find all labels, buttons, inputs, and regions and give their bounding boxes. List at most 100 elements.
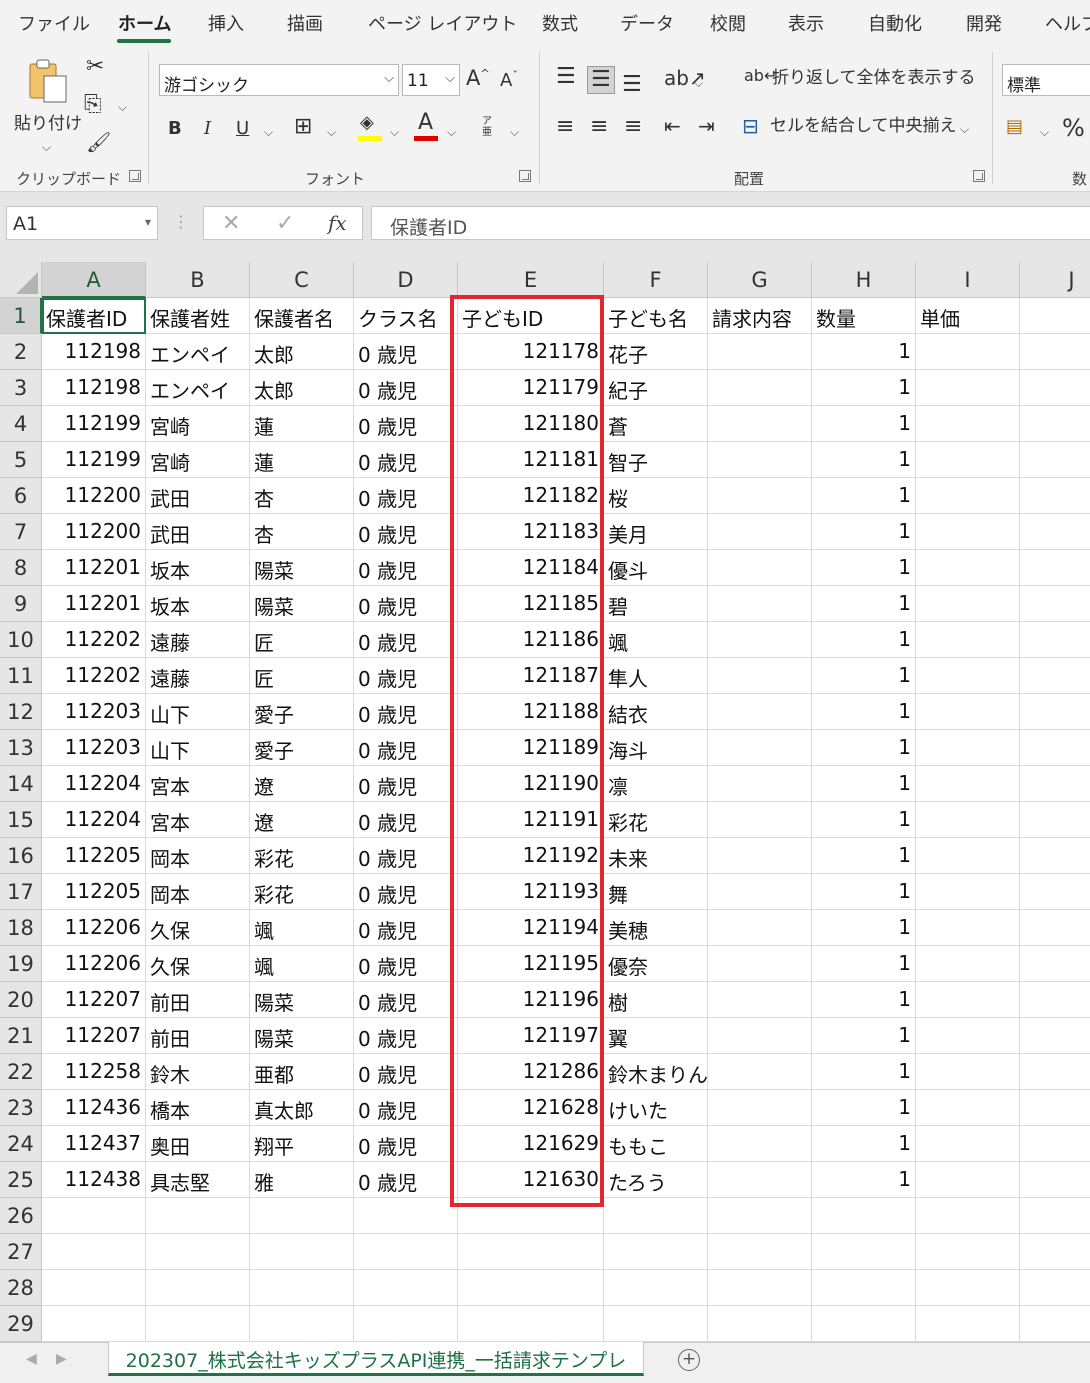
column-header-j[interactable]: J (1020, 262, 1090, 298)
cell-b19[interactable]: 久保 (146, 946, 250, 982)
cell-h17[interactable]: 1 (812, 874, 916, 910)
cell-d28[interactable] (354, 1270, 458, 1306)
cell-h16[interactable]: 1 (812, 838, 916, 874)
cell-e28[interactable] (458, 1270, 604, 1306)
cell-e18[interactable]: 121194 (458, 910, 604, 946)
cell-e7[interactable]: 121183 (458, 514, 604, 550)
cell-b29[interactable] (146, 1306, 250, 1342)
tab-10[interactable]: 開発 (966, 10, 1002, 36)
column-header-g[interactable]: G (708, 262, 812, 298)
cell-a16[interactable]: 112205 (42, 838, 146, 874)
cell-c9[interactable]: 陽菜 (250, 586, 354, 622)
formula-input[interactable]: 保護者ID (371, 206, 1090, 240)
cell-d22[interactable]: 0 歳児 (354, 1054, 458, 1090)
cell-e22[interactable]: 121286 (458, 1054, 604, 1090)
cell-h9[interactable]: 1 (812, 586, 916, 622)
align-middle-icon[interactable]: ☰ (587, 66, 615, 94)
cell-j6[interactable] (1020, 478, 1090, 514)
row-header[interactable]: 3 (0, 370, 42, 406)
cell-i9[interactable] (916, 586, 1020, 622)
cell-i8[interactable] (916, 550, 1020, 586)
merge-center-button[interactable]: ⊟ セルを結合して中央揃え ⌵ (742, 116, 978, 142)
tab-6[interactable]: データ (620, 10, 674, 36)
tab-4[interactable]: ページ レイアウト (368, 10, 517, 36)
row-header[interactable]: 11 (0, 658, 42, 694)
cell-e26[interactable] (458, 1198, 604, 1234)
column-header-e[interactable]: E (458, 262, 604, 298)
cell-a3[interactable]: 112198 (42, 370, 146, 406)
cell-d5[interactable]: 0 歳児 (354, 442, 458, 478)
row-header[interactable]: 19 (0, 946, 42, 982)
drag-handle-icon[interactable]: ⋮ (173, 212, 189, 231)
tab-2[interactable]: 挿入 (208, 10, 244, 36)
cell-d8[interactable]: 0 歳児 (354, 550, 458, 586)
tab-0[interactable]: ファイル (18, 10, 90, 36)
cancel-icon[interactable]: ✕ (222, 211, 240, 236)
cell-e5[interactable]: 121181 (458, 442, 604, 478)
cell-j29[interactable] (1020, 1306, 1090, 1342)
row-header[interactable]: 24 (0, 1126, 42, 1162)
cell-h28[interactable] (812, 1270, 916, 1306)
cell-j11[interactable] (1020, 658, 1090, 694)
cell-h15[interactable]: 1 (812, 802, 916, 838)
scroll-right-icon[interactable]: ▶ (56, 1351, 67, 1367)
cell-b16[interactable]: 岡本 (146, 838, 250, 874)
dialog-launcher-icon[interactable] (973, 170, 985, 182)
cell-h21[interactable]: 1 (812, 1018, 916, 1054)
cell-f18[interactable]: 美穂 (604, 910, 708, 946)
cell-d29[interactable] (354, 1306, 458, 1342)
cell-h5[interactable]: 1 (812, 442, 916, 478)
cell-g18[interactable] (708, 910, 812, 946)
cell-b22[interactable]: 鈴木 (146, 1054, 250, 1090)
cell-a29[interactable] (42, 1306, 146, 1342)
wrap-text-button[interactable]: ab↵ 折り返して全体を表示する (744, 68, 976, 94)
align-top-icon[interactable]: ☰ (556, 66, 576, 88)
chevron-down-icon[interactable]: ⌵ (694, 76, 703, 91)
cell-a6[interactable]: 112200 (42, 478, 146, 514)
row-header[interactable]: 14 (0, 766, 42, 802)
cell-e14[interactable]: 121190 (458, 766, 604, 802)
cell-j16[interactable] (1020, 838, 1090, 874)
row-header[interactable]: 15 (0, 802, 42, 838)
increase-indent-icon[interactable]: ⇥ (698, 116, 715, 136)
cell-b1[interactable]: 保護者姓 (146, 298, 250, 334)
chevron-down-icon[interactable]: ⌵ (1040, 125, 1049, 140)
cell-d3[interactable]: 0 歳児 (354, 370, 458, 406)
dialog-launcher-icon[interactable] (129, 170, 141, 182)
cell-a24[interactable]: 112437 (42, 1126, 146, 1162)
cell-d26[interactable] (354, 1198, 458, 1234)
cell-g29[interactable] (708, 1306, 812, 1342)
number-format-select[interactable]: 標準 (1002, 64, 1090, 96)
cell-h12[interactable]: 1 (812, 694, 916, 730)
cell-d20[interactable]: 0 歳児 (354, 982, 458, 1018)
cell-a8[interactable]: 112201 (42, 550, 146, 586)
cell-c20[interactable]: 陽菜 (250, 982, 354, 1018)
cell-i29[interactable] (916, 1306, 1020, 1342)
cell-b9[interactable]: 坂本 (146, 586, 250, 622)
cell-i6[interactable] (916, 478, 1020, 514)
cell-a23[interactable]: 112436 (42, 1090, 146, 1126)
row-header[interactable]: 6 (0, 478, 42, 514)
cell-b14[interactable]: 宮本 (146, 766, 250, 802)
cell-f15[interactable]: 彩花 (604, 802, 708, 838)
cell-c18[interactable]: 颯 (250, 910, 354, 946)
cell-h23[interactable]: 1 (812, 1090, 916, 1126)
cell-b8[interactable]: 坂本 (146, 550, 250, 586)
cell-d12[interactable]: 0 歳児 (354, 694, 458, 730)
cell-g9[interactable] (708, 586, 812, 622)
row-header[interactable]: 17 (0, 874, 42, 910)
cell-j4[interactable] (1020, 406, 1090, 442)
cell-c16[interactable]: 彩花 (250, 838, 354, 874)
cell-f16[interactable]: 未来 (604, 838, 708, 874)
cell-a11[interactable]: 112202 (42, 658, 146, 694)
cell-c25[interactable]: 雅 (250, 1162, 354, 1198)
cell-f6[interactable]: 桜 (604, 478, 708, 514)
cell-f12[interactable]: 結衣 (604, 694, 708, 730)
cell-a20[interactable]: 112207 (42, 982, 146, 1018)
decrease-indent-icon[interactable]: ⇤ (664, 116, 681, 136)
cell-j14[interactable] (1020, 766, 1090, 802)
cell-i22[interactable] (916, 1054, 1020, 1090)
cell-h25[interactable]: 1 (812, 1162, 916, 1198)
column-header-f[interactable]: F (604, 262, 708, 298)
cell-b6[interactable]: 武田 (146, 478, 250, 514)
